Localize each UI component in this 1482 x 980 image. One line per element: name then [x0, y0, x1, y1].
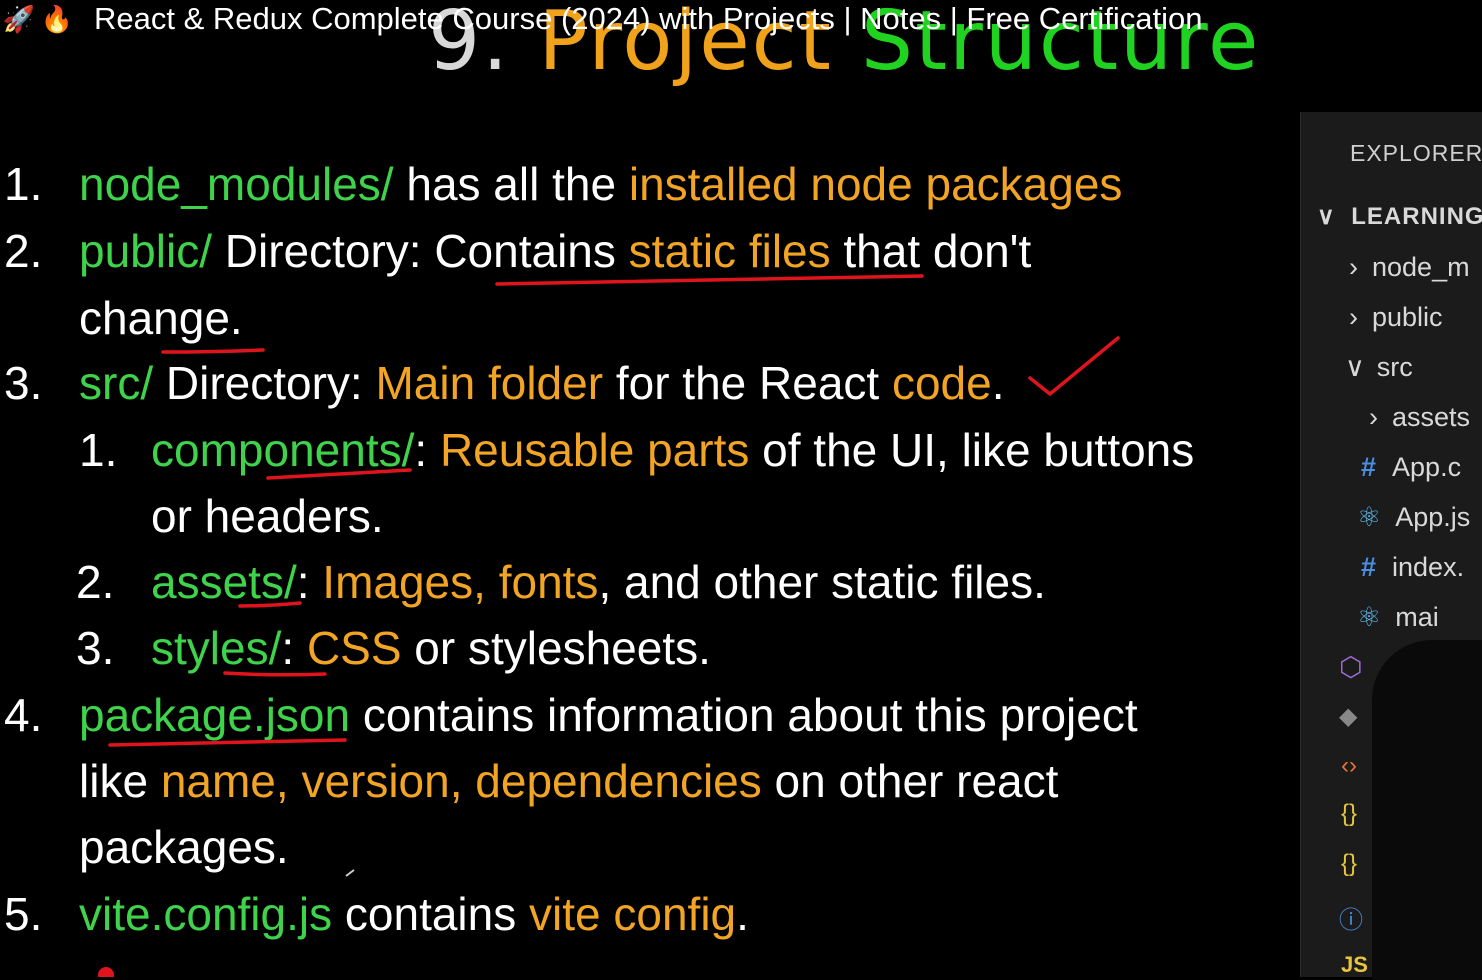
explorer-header: EXPLORER — [1350, 140, 1482, 166]
explorer-row-app-jsx[interactable]: ⚛ App.js — [1357, 502, 1470, 533]
checkmark — [1028, 336, 1120, 397]
presenter-shoulder — [1372, 640, 1482, 980]
explorer-row-app-css[interactable]: # App.c — [1361, 452, 1461, 483]
explorer-row-src[interactable]: ∨ src — [1345, 352, 1413, 383]
react-file-icon: ⚛ — [1357, 502, 1382, 532]
row-label: node_m — [1372, 252, 1470, 282]
row-label: mai — [1395, 602, 1439, 632]
react-file-icon: ⚛ — [1357, 602, 1382, 632]
explorer-row-index-css[interactable]: # index. — [1361, 552, 1464, 583]
js-file-icon: JS — [1341, 952, 1368, 977]
chevron-down-icon: ∨ — [1317, 203, 1335, 230]
eslint-file-icon: ⬡ — [1339, 652, 1363, 682]
underline-change — [161, 348, 265, 354]
underline-static-files — [495, 274, 924, 286]
row-label: App.js — [1395, 502, 1471, 532]
stray-mark — [345, 869, 355, 877]
rocket-icon: 🚀 — [2, 3, 36, 34]
underline-components — [266, 468, 412, 480]
underline-assets — [238, 601, 302, 608]
json-file-icon: {} — [1341, 850, 1358, 877]
underline-package-json — [108, 738, 347, 747]
git-file-icon: ◆ — [1339, 703, 1358, 730]
chevron-right-icon: › — [1369, 402, 1378, 432]
explorer-row-assets[interactable]: › assets — [1369, 402, 1470, 433]
row-label: public — [1372, 302, 1443, 332]
annotation-layer — [98, 274, 1120, 977]
underline-styles — [223, 671, 327, 677]
info-file-icon: ⓘ — [1339, 907, 1363, 934]
explorer-row-node-modules[interactable]: › node_m — [1349, 252, 1470, 283]
folder-label: LEARNING — [1351, 203, 1482, 230]
css-file-icon: # — [1361, 452, 1377, 482]
row-label: src — [1376, 352, 1413, 382]
row-label: App.c — [1392, 452, 1462, 482]
fire-icon: 🔥 — [40, 3, 74, 34]
explorer-row-public[interactable]: › public — [1349, 302, 1443, 333]
video-title[interactable]: React & Redux Complete Course (2024) wit… — [94, 1, 1202, 37]
video-title-bar: 🚀 🔥 React & Redux Complete Course (2024)… — [0, 0, 1300, 38]
row-label: index. — [1392, 552, 1465, 582]
explorer-row-main-jsx[interactable]: ⚛ mai — [1357, 602, 1439, 633]
chevron-right-icon: › — [1349, 302, 1358, 332]
json-file-icon: {} — [1341, 800, 1358, 827]
row-label: assets — [1392, 402, 1471, 432]
chevron-right-icon: › — [1349, 252, 1358, 282]
css-file-icon: # — [1361, 552, 1377, 582]
pointer-dot — [98, 967, 114, 977]
chevron-down-icon: ∨ — [1345, 352, 1365, 382]
html-file-icon: ‹› — [1341, 752, 1357, 779]
explorer-root-folder[interactable]: ∨ LEARNING — [1317, 202, 1482, 231]
